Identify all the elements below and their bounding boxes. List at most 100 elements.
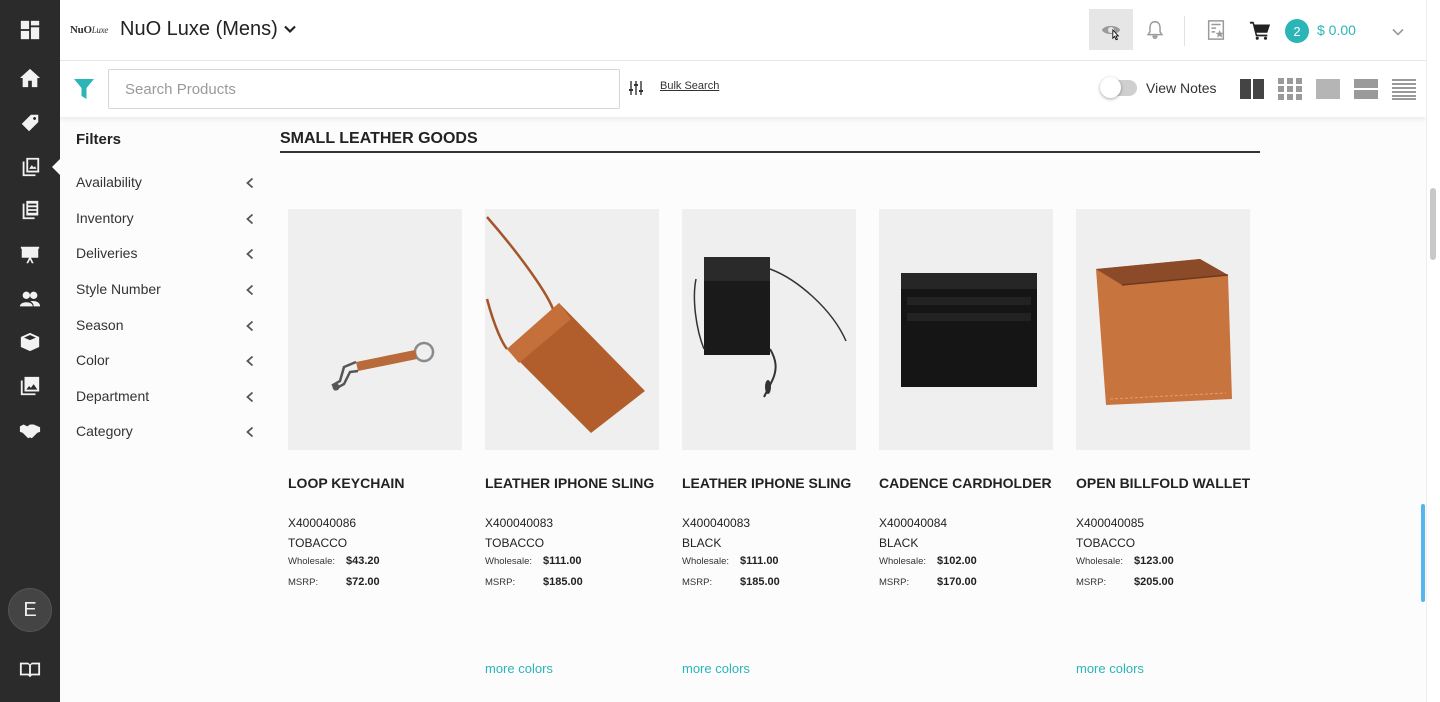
scrollbar[interactable]: [1426, 0, 1440, 702]
book-icon[interactable]: [18, 657, 42, 681]
product-name[interactable]: OPEN BILLFOLD WALLET: [1076, 475, 1250, 491]
msrp-price: $170.00: [937, 576, 977, 588]
chevron-left-icon[interactable]: [244, 248, 256, 260]
toggle-knob: [1100, 77, 1121, 98]
bulk-search-link[interactable]: Bulk Search: [660, 80, 719, 92]
msrp-label: MSRP:: [682, 577, 713, 588]
filter-item[interactable]: Availability: [76, 174, 256, 194]
notifications-button[interactable]: [1133, 9, 1177, 50]
tag-icon[interactable]: [18, 111, 42, 135]
chevron-down-icon[interactable]: [283, 22, 297, 36]
notes-button[interactable]: [1194, 9, 1238, 50]
product-name[interactable]: LOOP KEYCHAIN: [288, 475, 404, 491]
list-view-icon[interactable]: [1392, 78, 1416, 100]
chevron-left-icon[interactable]: [244, 391, 256, 403]
filters-title: Filters: [76, 131, 122, 148]
msrp-label: MSRP:: [288, 577, 319, 588]
chevron-left-icon[interactable]: [244, 177, 256, 189]
product-color: BLACK: [682, 536, 722, 550]
product-card[interactable]: LEATHER IPHONE SLING X400040083 BLACK Whole…: [682, 209, 856, 689]
brand-logo[interactable]: NuOLuxe: [70, 24, 108, 36]
more-colors-link[interactable]: more colors: [682, 661, 750, 676]
filter-item-label: Style Number: [76, 281, 161, 297]
chevron-left-icon[interactable]: [244, 284, 256, 296]
filter-item[interactable]: Season: [76, 317, 256, 337]
cart-total[interactable]: $ 0.00: [1317, 22, 1356, 38]
product-color: TOBACCO: [485, 536, 545, 550]
handshake-icon[interactable]: [18, 418, 42, 442]
more-colors-link[interactable]: more colors: [485, 661, 553, 676]
brand-selector[interactable]: NuO Luxe (Mens): [120, 18, 278, 41]
filter-item[interactable]: Category: [76, 423, 256, 443]
single-view-icon[interactable]: [1316, 78, 1340, 100]
wholesale-price: $102.00: [937, 555, 977, 567]
presentation-icon[interactable]: [18, 243, 42, 267]
row-view-icon[interactable]: [1354, 78, 1378, 100]
filter-item-label: Category: [76, 423, 133, 439]
wholesale-label: Wholesale:: [879, 556, 926, 567]
filter-item[interactable]: Color: [76, 352, 256, 372]
avatar[interactable]: E: [8, 588, 52, 632]
scrollbar-thumb[interactable]: [1430, 188, 1436, 260]
product-style-number: X400040083: [682, 516, 751, 530]
product-style-number: X400040086: [288, 516, 357, 530]
wholesale-price: $111.00: [543, 555, 582, 567]
product-card[interactable]: LOOP KEYCHAIN X400040086 TOBACCO Wholesale:…: [288, 209, 462, 689]
product-card[interactable]: CADENCE CARDHOLDER X400040084 BLACK Wholesa…: [879, 209, 1053, 689]
filter-item[interactable]: Department: [76, 388, 256, 408]
section-title: SMALL LEATHER GOODS: [280, 130, 478, 147]
filter-item-label: Inventory: [76, 210, 134, 226]
product-name[interactable]: CADENCE CARDHOLDER: [879, 475, 1052, 491]
avatar-initial: E: [23, 598, 37, 621]
msrp-label: MSRP:: [879, 577, 910, 588]
product-image[interactable]: [485, 209, 659, 450]
grid-view-icon[interactable]: [1278, 78, 1302, 100]
rail-active-indicator: [52, 158, 61, 176]
filter-icon[interactable]: [73, 77, 95, 101]
dashboard-icon[interactable]: [18, 18, 42, 42]
chevron-left-icon[interactable]: [244, 213, 256, 225]
images-icon[interactable]: [18, 374, 42, 398]
filter-item-label: Deliveries: [76, 245, 138, 261]
filter-item-label: Department: [76, 388, 150, 404]
filter-item[interactable]: Deliveries: [76, 245, 256, 265]
sliders-icon[interactable]: [629, 80, 643, 96]
view-notes-toggle[interactable]: [1100, 77, 1137, 98]
cart-count-badge: 2: [1285, 19, 1309, 43]
customers-icon[interactable]: [18, 287, 42, 311]
cart-button[interactable]: [1238, 9, 1282, 50]
box-icon[interactable]: [18, 330, 42, 354]
product-image[interactable]: [682, 209, 856, 450]
chevron-left-icon[interactable]: [244, 320, 256, 332]
view-notes-label: View Notes: [1146, 80, 1217, 96]
product-card[interactable]: OPEN BILLFOLD WALLET X400040085 TOBACCO Who…: [1076, 209, 1250, 689]
product-color: TOBACCO: [1076, 536, 1136, 550]
product-name[interactable]: LEATHER IPHONE SLING: [485, 475, 654, 491]
filter-item[interactable]: Style Number: [76, 281, 256, 301]
product-image[interactable]: [879, 209, 1053, 450]
product-image[interactable]: [288, 209, 462, 450]
two-column-view-icon[interactable]: [1240, 78, 1264, 100]
notes-icon: [1207, 19, 1225, 40]
msrp-price: $185.00: [740, 576, 780, 588]
msrp-label: MSRP:: [485, 577, 516, 588]
eye-button[interactable]: [1089, 9, 1133, 50]
chevron-left-icon[interactable]: [244, 426, 256, 438]
filter-item[interactable]: Inventory: [76, 210, 256, 230]
more-colors-link[interactable]: more colors: [1076, 661, 1144, 676]
wholesale-price: $43.20: [346, 555, 380, 567]
chevron-left-icon[interactable]: [244, 355, 256, 367]
catalog-icon[interactable]: [18, 155, 42, 179]
product-image[interactable]: [1076, 209, 1250, 450]
section-divider: [280, 151, 1260, 153]
product-card[interactable]: LEATHER IPHONE SLING X400040083 TOBACCO Who…: [485, 209, 659, 689]
wholesale-price: $123.00: [1134, 555, 1174, 567]
home-icon[interactable]: [18, 66, 42, 90]
cart-icon: [1249, 21, 1271, 40]
search-input[interactable]: [108, 69, 620, 109]
account-chevron-down-icon[interactable]: [1391, 25, 1405, 39]
product-name[interactable]: LEATHER IPHONE SLING: [682, 475, 851, 491]
wholesale-price: $111.00: [740, 555, 779, 567]
brand-logo-script: Luxe: [91, 25, 109, 35]
orders-icon[interactable]: [18, 198, 42, 222]
